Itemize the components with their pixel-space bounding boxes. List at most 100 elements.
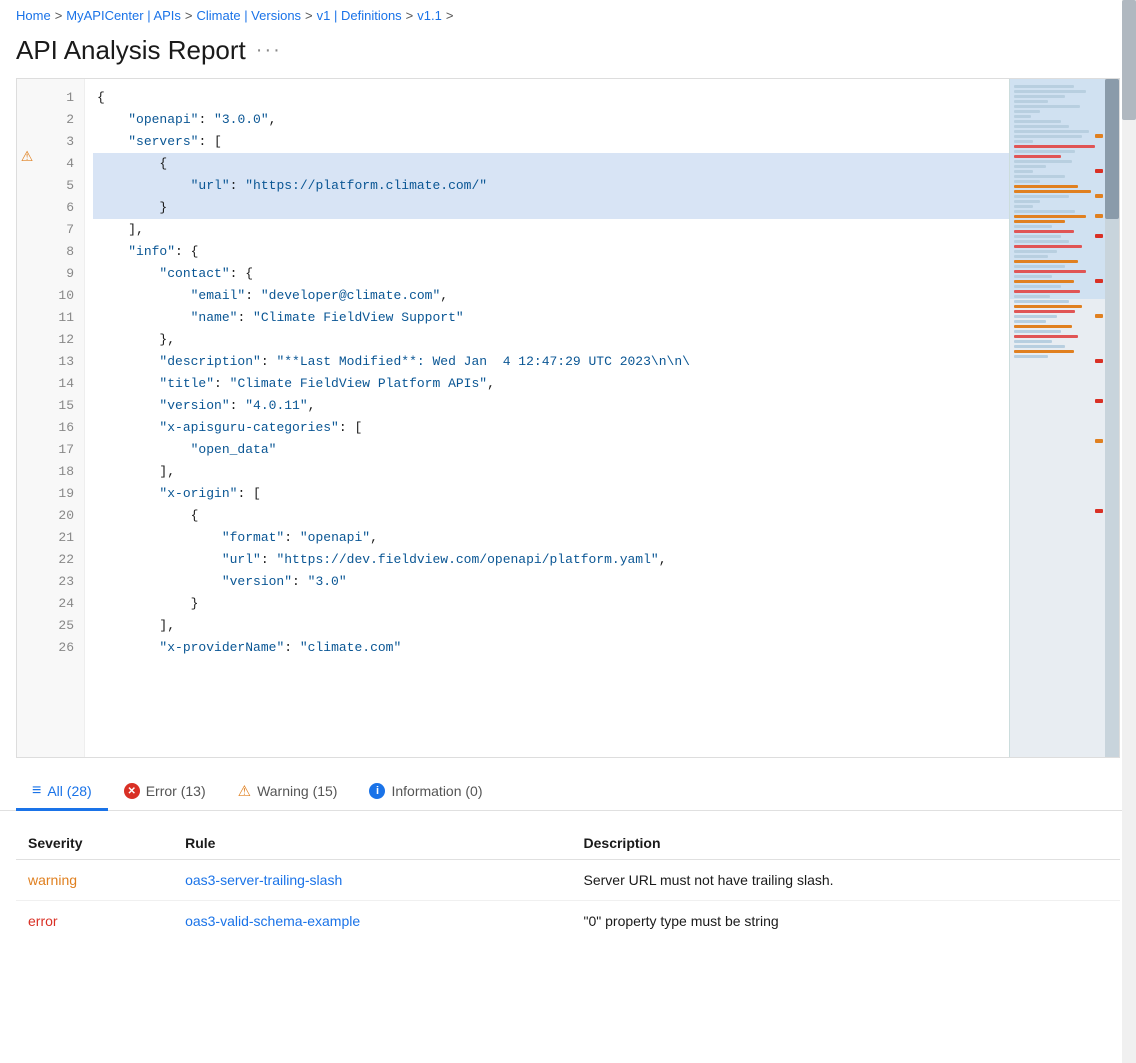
ln-8: 8 (37, 241, 84, 263)
gutter-row-22 (17, 541, 37, 563)
ruler-marker-8 (1095, 359, 1103, 363)
gutter-row-15 (17, 387, 37, 409)
ln-6: 6 (37, 197, 84, 219)
breadcrumb-climate-versions[interactable]: Climate | Versions (197, 8, 302, 23)
gutter-row-16 (17, 409, 37, 431)
ruler-marker-6 (1095, 279, 1103, 283)
gutter-row-4: ⚠ (17, 145, 37, 167)
tab-all[interactable]: ≡ All (28) (16, 774, 108, 811)
warning-icon: ⚠ (238, 782, 251, 800)
ruler-marker-11 (1095, 509, 1103, 513)
table-header: Severity Rule Description (16, 827, 1120, 860)
error-icon: ✕ (124, 783, 140, 799)
code-content[interactable]: { "openapi": "3.0.0", "servers": [ { "ur… (85, 79, 1009, 757)
breadcrumb-sep-3: > (305, 8, 313, 23)
tab-warning[interactable]: ⚠ Warning (15) (222, 774, 354, 811)
tab-error-label: Error (13) (146, 783, 206, 799)
tab-information-label: Information (0) (391, 783, 482, 799)
ln-2: 2 (37, 109, 84, 131)
ln-1: 1 (37, 87, 84, 109)
ln-22: 22 (37, 549, 84, 571)
tab-warning-label: Warning (15) (257, 783, 337, 799)
page-title: API Analysis Report (16, 35, 246, 66)
gutter-row-25 (17, 607, 37, 629)
gutter-row-8 (17, 233, 37, 255)
tab-all-label: All (28) (47, 783, 91, 799)
code-line-24: } (93, 593, 1009, 615)
ln-16: 16 (37, 417, 84, 439)
gutter-row-6 (17, 189, 37, 211)
code-line-2: "openapi": "3.0.0", (93, 109, 1009, 131)
page-scrollbar-thumb[interactable] (1122, 0, 1136, 120)
gutter-row-1 (17, 79, 37, 101)
code-line-6: } (93, 197, 1009, 219)
ruler-marker-5 (1095, 234, 1103, 238)
breadcrumb-v1-definitions[interactable]: v1 | Definitions (317, 8, 402, 23)
code-editor: ⚠ 1 2 3 (16, 78, 1120, 758)
minimap-scrollbar-thumb[interactable] (1105, 79, 1119, 219)
code-line-19: "x-origin": [ (93, 483, 1009, 505)
gutter-row-17 (17, 431, 37, 453)
ln-19: 19 (37, 483, 84, 505)
breadcrumb-sep-4: > (406, 8, 414, 23)
gutter-row-11 (17, 299, 37, 321)
breadcrumb-sep-1: > (55, 8, 63, 23)
rule-cell-1: oas3-server-trailing-slash (173, 860, 571, 901)
ln-24: 24 (37, 593, 84, 615)
gutter-row-10 (17, 277, 37, 299)
code-line-4: { (93, 153, 1009, 175)
ln-15: 15 (37, 395, 84, 417)
rule-cell-2: oas3-valid-schema-example (173, 901, 571, 942)
editor-main: ⚠ 1 2 3 (17, 79, 1009, 757)
page-scrollbar[interactable] (1122, 0, 1136, 1063)
code-line-25: ], (93, 615, 1009, 637)
results-table-container: Severity Rule Description warning oas3-s… (0, 811, 1136, 957)
code-line-20: { (93, 505, 1009, 527)
breadcrumb-myapicenter[interactable]: MyAPICenter | APIs (66, 8, 181, 23)
rule-link-2[interactable]: oas3-valid-schema-example (185, 913, 360, 929)
gutter-row-18 (17, 453, 37, 475)
info-icon: i (369, 783, 385, 799)
ruler-marker-4 (1095, 214, 1103, 218)
minimap-scrollbar-track[interactable] (1105, 79, 1119, 757)
table-body: warning oas3-server-trailing-slash Serve… (16, 860, 1120, 942)
code-line-23: "version": "3.0" (93, 571, 1009, 593)
ln-26: 26 (37, 637, 84, 659)
rule-link-1[interactable]: oas3-server-trailing-slash (185, 872, 342, 888)
ln-21: 21 (37, 527, 84, 549)
table-row: warning oas3-server-trailing-slash Serve… (16, 860, 1120, 901)
gutter-row-23 (17, 563, 37, 585)
breadcrumb-home[interactable]: Home (16, 8, 51, 23)
gutter-row-14 (17, 365, 37, 387)
ln-14: 14 (37, 373, 84, 395)
code-line-22: "url": "https://dev.fieldview.com/openap… (93, 549, 1009, 571)
desc-cell-2: "0" property type must be string (572, 901, 1120, 942)
code-line-18: ], (93, 461, 1009, 483)
col-severity: Severity (16, 827, 173, 860)
gutter-row-2 (17, 101, 37, 123)
gutter-row-3 (17, 123, 37, 145)
gutter-row-5 (17, 167, 37, 189)
gutter-row-19 (17, 475, 37, 497)
page-title-row: API Analysis Report ··· (0, 31, 1136, 78)
code-line-17: "open_data" (93, 439, 1009, 461)
tab-error[interactable]: ✕ Error (13) (108, 775, 222, 810)
ln-12: 12 (37, 329, 84, 351)
ln-23: 23 (37, 571, 84, 593)
breadcrumb-v1-1[interactable]: v1.1 (417, 8, 442, 23)
severity-cell-1: warning (16, 860, 173, 901)
ln-9: 9 (37, 263, 84, 285)
ln-3: 3 (37, 131, 84, 153)
code-line-5: "url": "https://platform.climate.com/" (93, 175, 1009, 197)
code-line-3: "servers": [ (93, 131, 1009, 153)
page-menu-icon[interactable]: ··· (256, 39, 282, 62)
line-numbers: 1 2 3 4 5 6 7 8 9 10 11 12 13 14 15 16 1… (37, 79, 85, 757)
code-line-9: "contact": { (93, 263, 1009, 285)
tab-information[interactable]: i Information (0) (353, 775, 498, 810)
all-icon: ≡ (32, 782, 41, 800)
code-line-12: }, (93, 329, 1009, 351)
ln-5: 5 (37, 175, 84, 197)
code-line-14: "title": "Climate FieldView Platform API… (93, 373, 1009, 395)
gutter-row-26 (17, 629, 37, 651)
gutter-row-9 (17, 255, 37, 277)
